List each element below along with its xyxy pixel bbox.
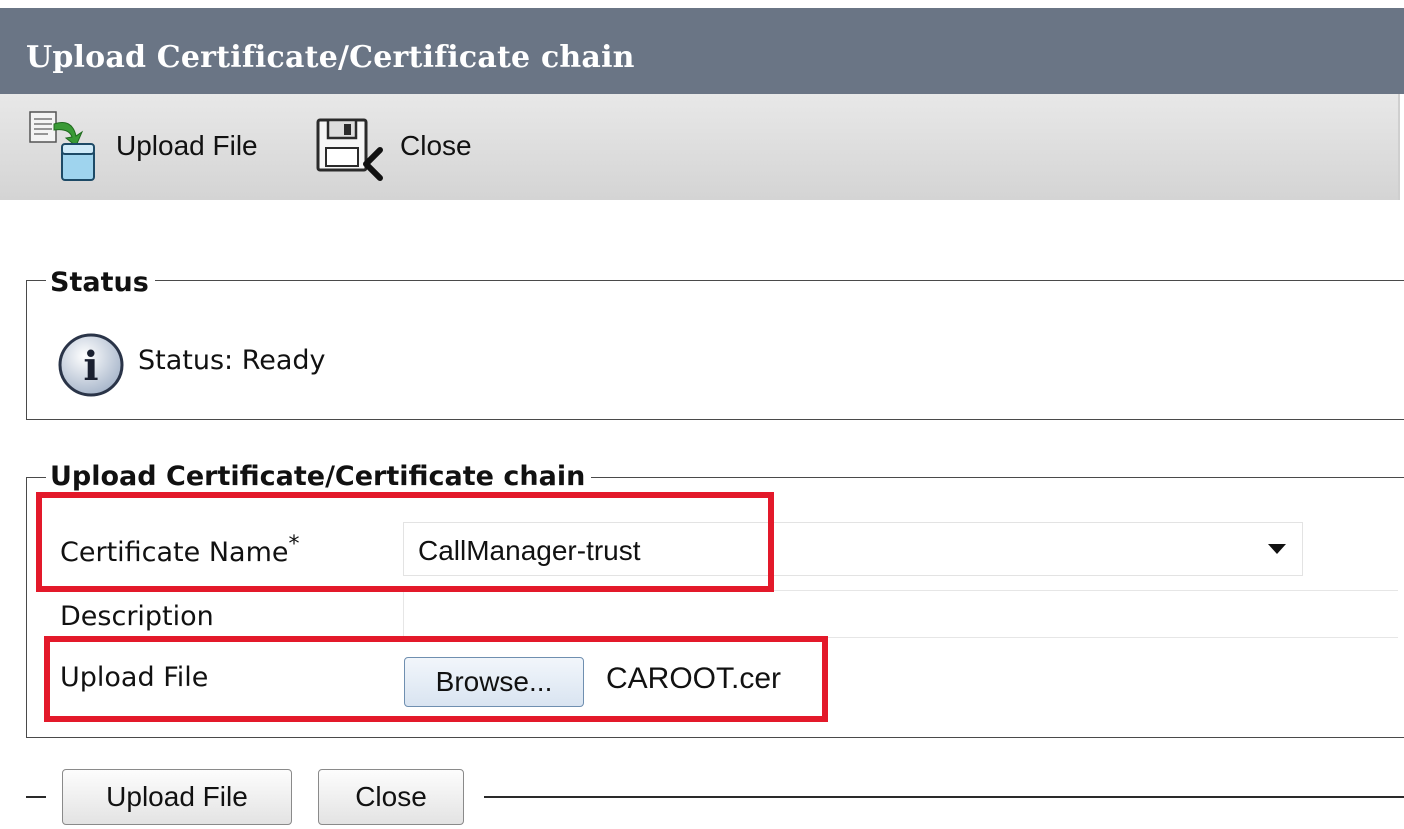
upload-file-highlight	[44, 636, 828, 722]
status-legend: Status	[46, 268, 155, 298]
upload-file-button[interactable]: Upload File	[62, 769, 292, 825]
toolbar-upload-file-label[interactable]: Upload File	[116, 130, 258, 162]
upload-file-icon[interactable]	[24, 110, 104, 184]
footer-divider-right	[484, 796, 1404, 798]
toolbar: Upload File Close	[0, 94, 1400, 200]
certificate-name-highlight	[36, 492, 774, 592]
status-message: Status: Ready	[138, 345, 326, 376]
close-button[interactable]: Close	[318, 769, 464, 825]
svg-text:i: i	[83, 343, 98, 390]
info-icon: i	[56, 332, 126, 398]
title-bar: Upload Certificate/Certificate chain	[0, 8, 1404, 94]
footer-divider-left	[26, 796, 46, 798]
description-label: Description	[60, 601, 214, 632]
toolbar-close-label[interactable]: Close	[400, 130, 472, 162]
page-title: Upload Certificate/Certificate chain	[26, 40, 635, 75]
dropdown-arrow-icon[interactable]	[1268, 544, 1286, 554]
close-save-icon[interactable]	[314, 116, 386, 182]
description-input[interactable]	[403, 590, 1398, 638]
upload-certificate-legend: Upload Certificate/Certificate chain	[46, 462, 592, 492]
